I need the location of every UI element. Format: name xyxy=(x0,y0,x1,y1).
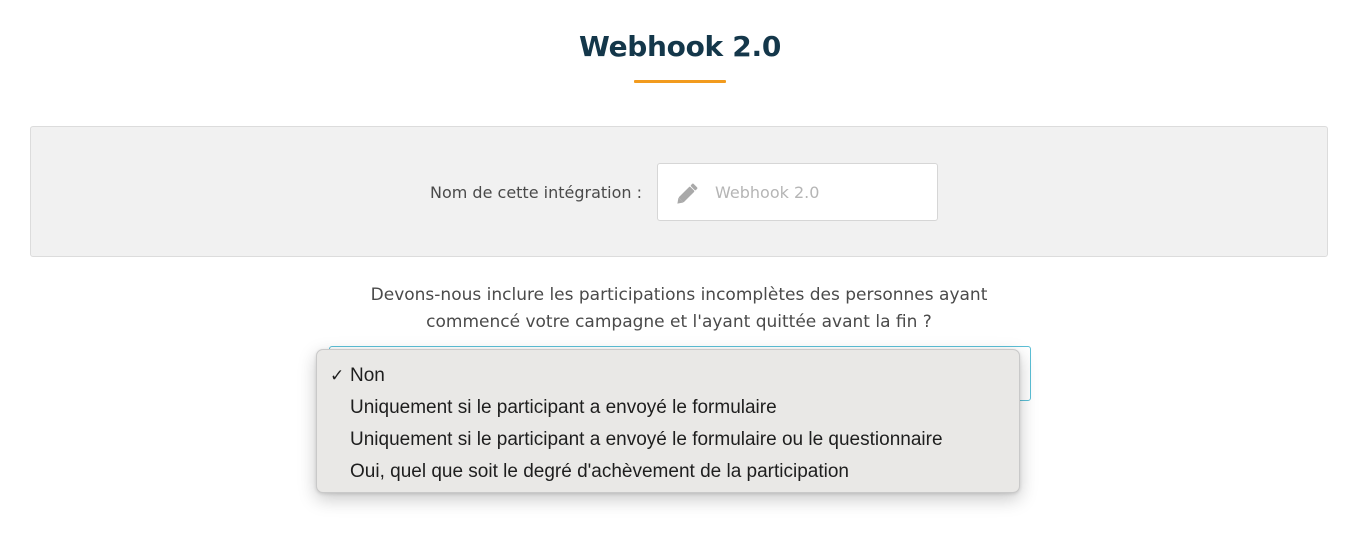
question-line-2: commencé votre campagne et l'ayant quitt… xyxy=(426,312,932,332)
dropdown-option-label: Uniquement si le participant a envoyé le… xyxy=(350,397,777,418)
question-line-1: Devons-nous inclure les participations i… xyxy=(370,285,988,305)
dropdown-option-all-participations[interactable]: Oui, quel que soit le degré d'achèvement… xyxy=(317,456,1019,488)
dropdown-option-form-sent[interactable]: Uniquement si le participant a envoyé le… xyxy=(317,392,1019,424)
pencil-icon xyxy=(677,183,698,204)
integration-name-panel: Nom de cette intégration : Webhook 2.0 xyxy=(30,126,1328,257)
participation-inclusion-dropdown-menu: ✓ Non Uniquement si le participant a env… xyxy=(316,349,1020,493)
integration-settings-page: Webhook 2.0 Nom de cette intégration : W… xyxy=(0,0,1360,544)
integration-name-label: Nom de cette intégration : xyxy=(430,183,642,202)
dropdown-option-non[interactable]: ✓ Non xyxy=(317,360,1019,392)
incomplete-participations-question: Devons-nous inclure les participations i… xyxy=(0,282,1358,336)
integration-name-value: Webhook 2.0 xyxy=(715,183,820,202)
dropdown-option-form-or-quiz-sent[interactable]: Uniquement si le participant a envoyé le… xyxy=(317,424,1019,456)
integration-name-input[interactable]: Webhook 2.0 xyxy=(657,163,938,221)
checkmark-icon: ✓ xyxy=(330,366,345,386)
dropdown-option-label: Uniquement si le participant a envoyé le… xyxy=(350,429,943,450)
title-underline xyxy=(634,80,726,83)
dropdown-option-label: Oui, quel que soit le degré d'achèvement… xyxy=(350,461,850,482)
dropdown-option-label: Non xyxy=(350,365,385,386)
page-title: Webhook 2.0 xyxy=(579,30,781,63)
